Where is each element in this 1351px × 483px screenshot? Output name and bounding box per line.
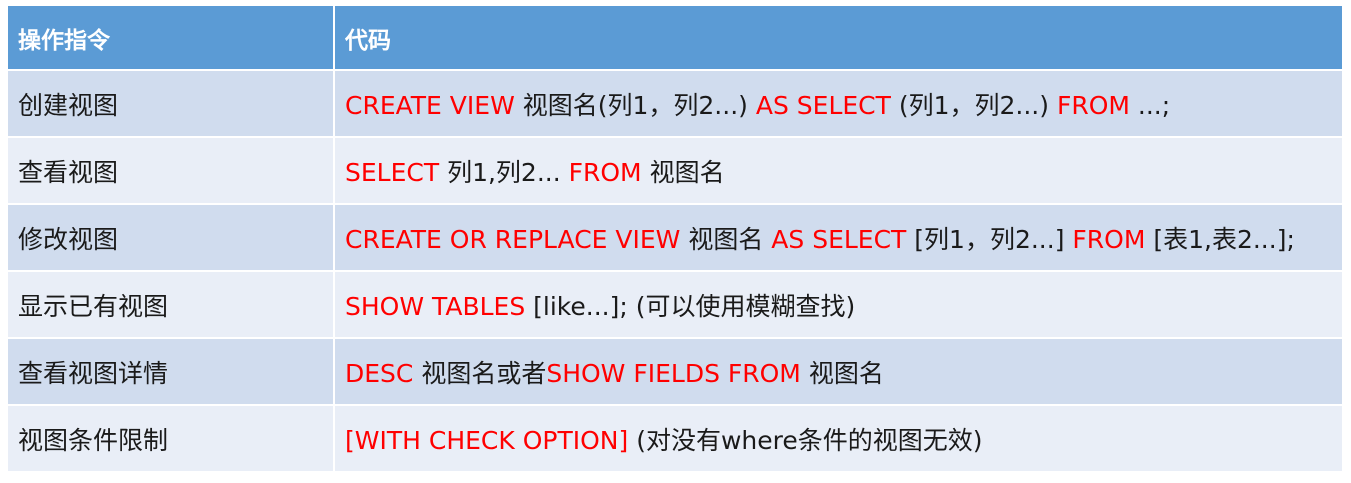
view-commands-table: 操作指令 代码 创建视图 CREATE VIEW 视图名(列1，列2...) A… — [8, 6, 1342, 471]
operation-cell: 视图条件限制 — [8, 404, 335, 471]
code-segment: [like...]; (可以使用模糊查找) — [525, 291, 856, 321]
operation-cell: 查看视图详情 — [8, 337, 335, 405]
code-segment: DESC — [345, 358, 414, 388]
table-header-row: 操作指令 代码 — [8, 6, 1342, 70]
operation-cell: 创建视图 — [8, 69, 335, 137]
code-segment: 列1,列2... — [439, 157, 569, 187]
code-segment: (列1，列2...) — [890, 90, 1057, 120]
code-cell: DESC 视图名或者SHOW FIELDS FROM 视图名 — [334, 337, 1342, 405]
operation-cell: 查看视图 — [8, 136, 335, 204]
code-segment: SELECT — [345, 157, 440, 187]
code-segment: 视图名 — [680, 224, 772, 254]
code-cell: SELECT 列1,列2... FROM 视图名 — [334, 136, 1342, 204]
table-row: 显示已有视图 SHOW TABLES [like...]; (可以使用模糊查找) — [8, 270, 1342, 338]
code-cell: [WITH CHECK OPTION] (对没有where条件的视图无效) — [334, 404, 1342, 471]
table-row: 查看视图详情 DESC 视图名或者SHOW FIELDS FROM 视图名 — [8, 337, 1342, 405]
code-segment: CREATE OR REPLACE VIEW — [345, 224, 681, 254]
table-row: 修改视图 CREATE OR REPLACE VIEW 视图名 AS SELEC… — [8, 203, 1342, 271]
code-segment: 视图名 — [800, 358, 884, 388]
operation-cell: 修改视图 — [8, 203, 335, 271]
code-segment: FROM — [1056, 90, 1130, 120]
code-segment: [列1，列2...] — [906, 224, 1073, 254]
code-segment: FROM — [568, 157, 642, 187]
code-segment: SHOW TABLES — [345, 291, 526, 321]
code-segment: [表1,表2...]; — [1145, 224, 1295, 254]
code-segment: AS SELECT — [771, 224, 907, 254]
code-segment: CREATE VIEW — [345, 90, 515, 120]
header-code: 代码 — [334, 6, 1342, 70]
code-cell: CREATE OR REPLACE VIEW 视图名 AS SELECT [列1… — [334, 203, 1342, 271]
code-segment: 视图名(列1，列2...) — [514, 90, 756, 120]
code-cell: CREATE VIEW 视图名(列1，列2...) AS SELECT (列1，… — [334, 69, 1342, 137]
header-operation: 操作指令 — [8, 6, 335, 70]
code-segment: 视图名或者 — [413, 358, 547, 388]
code-segment: [WITH CHECK OPTION] — [345, 425, 629, 455]
table-row: 查看视图 SELECT 列1,列2... FROM 视图名 — [8, 136, 1342, 204]
code-segment: AS SELECT — [755, 90, 891, 120]
code-segment: 视图名 — [641, 157, 725, 187]
code-cell: SHOW TABLES [like...]; (可以使用模糊查找) — [334, 270, 1342, 338]
code-segment: SHOW FIELDS FROM — [546, 358, 801, 388]
table-row: 创建视图 CREATE VIEW 视图名(列1，列2...) AS SELECT… — [8, 69, 1342, 137]
operation-cell: 显示已有视图 — [8, 270, 335, 338]
code-segment: (对没有where条件的视图无效) — [628, 425, 983, 455]
code-segment: ...; — [1129, 90, 1171, 120]
code-segment: FROM — [1072, 224, 1146, 254]
view-commands-table-wrapper: 操作指令 代码 创建视图 CREATE VIEW 视图名(列1，列2...) A… — [8, 6, 1342, 471]
table-row: 视图条件限制 [WITH CHECK OPTION] (对没有where条件的视… — [8, 404, 1342, 471]
